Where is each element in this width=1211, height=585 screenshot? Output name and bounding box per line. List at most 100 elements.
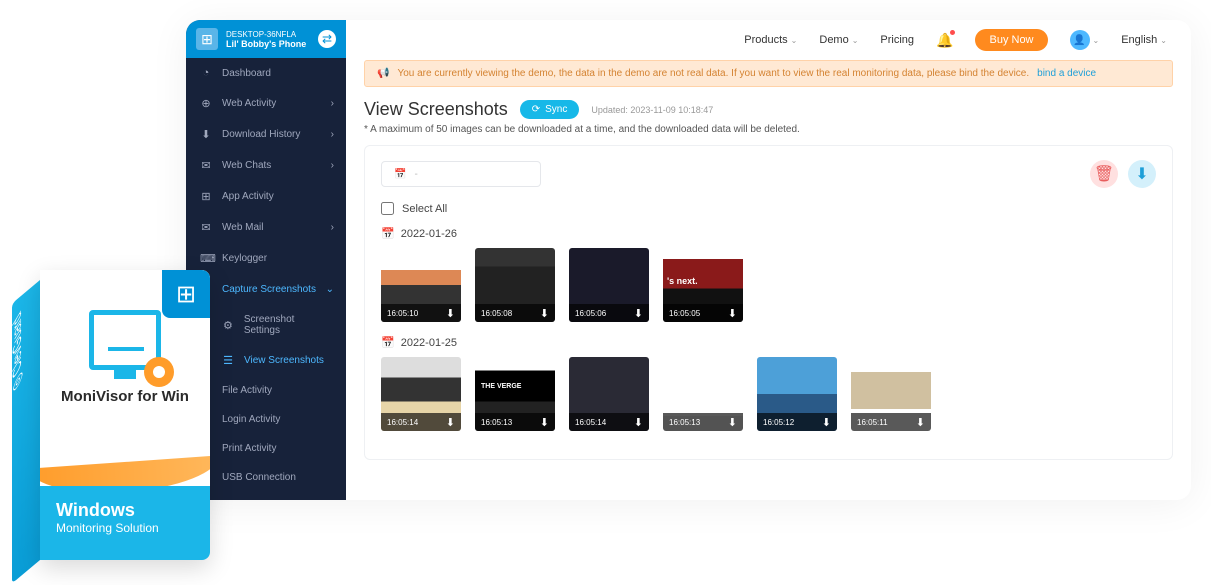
nav-products[interactable]: Products ⌄	[744, 34, 797, 46]
nav-label: Dashboard	[222, 68, 271, 79]
download-note: * A maximum of 50 images can be download…	[364, 124, 1173, 135]
product-line2: Monitoring Solution	[56, 521, 194, 535]
download-icon[interactable]: ⬇	[634, 416, 643, 429]
sidebar-item-login-activity[interactable]: Login Activity	[186, 405, 346, 434]
delete-button[interactable]: 🗑	[1090, 160, 1118, 188]
product-line1: Windows	[56, 500, 194, 521]
buy-now-button[interactable]: Buy Now	[975, 29, 1047, 51]
sidebar-item-web-mail[interactable]: ✉Web Mail›	[186, 212, 346, 243]
nav-label: Print Activity	[222, 443, 276, 454]
device-header[interactable]: ⊞ DESKTOP-36NFLA Lil' Bobby's Phone ⇄	[186, 20, 346, 58]
screenshots-row: 16:05:14⬇16:05:13⬇16:05:14⬇16:05:13⬇16:0…	[381, 357, 1156, 431]
screenshot-thumbnail[interactable]: 16:05:13 ⬇	[663, 357, 743, 431]
thumbnail-bar: 16:05:14 ⬇	[381, 413, 461, 431]
sidebar-item-capture-screenshots[interactable]: ⊡Capture Screenshots⌄	[186, 274, 346, 305]
screenshot-thumbnail[interactable]: 16:05:14 ⬇	[381, 357, 461, 431]
card-actions: 🗑 ⬇	[1090, 160, 1156, 188]
sidebar-item-download-history[interactable]: ⬇Download History›	[186, 119, 346, 150]
sidebar-item-dashboard[interactable]: ◔ Dashboard	[186, 58, 346, 88]
nav-icon: ⬇	[200, 128, 212, 141]
page-title-row: View Screenshots ⟳Sync Updated: 2023-11-…	[364, 99, 1173, 120]
thumbnail-time: 16:05:06	[575, 309, 606, 318]
sidebar-item-web-chats[interactable]: ✉Web Chats›	[186, 150, 346, 181]
alert-text: You are currently viewing the demo, the …	[397, 68, 1029, 79]
thumbnail-bar: 16:05:13 ⬇	[663, 413, 743, 431]
nav-label: USB Connection	[222, 472, 296, 483]
download-icon[interactable]: ⬇	[728, 307, 737, 320]
sidebar-item-web-activity[interactable]: ⊕Web Activity›	[186, 88, 346, 119]
thumbnail-time: 16:05:11	[857, 418, 888, 427]
download-icon[interactable]: ⬇	[634, 307, 643, 320]
trash-icon: 🗑	[1094, 164, 1114, 184]
language-select[interactable]: English ⌄	[1121, 34, 1167, 46]
content: 📢 You are currently viewing the demo, th…	[346, 60, 1191, 500]
sync-button[interactable]: ⟳Sync	[520, 100, 580, 119]
download-icon[interactable]: ⬇	[540, 307, 549, 320]
thumbnail-time: 16:05:05	[669, 309, 700, 318]
screenshot-thumbnail[interactable]: 16:05:08 ⬇	[475, 248, 555, 322]
user-menu[interactable]: 👤 ⌄	[1070, 30, 1100, 50]
sidebar-item-keylogger[interactable]: ⌨Keylogger	[186, 243, 346, 274]
user-avatar-icon: 👤	[1070, 30, 1090, 50]
nav-label: Web Chats	[222, 160, 271, 171]
nav-label: View Screenshots	[244, 355, 324, 366]
nav-icon: ⊞	[200, 190, 212, 203]
thumbnail-bar: 16:05:08 ⬇	[475, 304, 555, 322]
date-text: 2022-01-26	[401, 228, 457, 240]
thumbnail-bar: 16:05:12⬇	[757, 413, 837, 431]
demo-alert: 📢 You are currently viewing the demo, th…	[364, 60, 1173, 87]
megaphone-icon: 📢	[377, 68, 389, 79]
nav-label: Web Mail	[222, 222, 264, 233]
thumbnail-bar: 16:05:11 ⬇	[851, 413, 931, 431]
thumbnail-time: 16:05:08	[481, 309, 512, 318]
nav-icon: ◔	[200, 67, 212, 79]
select-all[interactable]: Select All	[381, 202, 1156, 215]
screenshot-thumbnail[interactable]: 16:05:11 ⬇	[851, 357, 931, 431]
bind-device-link[interactable]: bind a device	[1037, 68, 1096, 79]
monitor-icon	[89, 310, 161, 370]
sidebar-item-usb-connection[interactable]: USB Connection	[186, 463, 346, 492]
download-icon[interactable]: ⬇	[822, 416, 831, 429]
thumbnail-time: 16:05:14	[575, 418, 606, 427]
download-icon[interactable]: ⬇	[540, 416, 549, 429]
nav-label: Capture Screenshots	[222, 284, 316, 295]
nav-demo[interactable]: Demo ⌄	[819, 34, 858, 46]
download-button[interactable]: ⬇	[1128, 160, 1156, 188]
thumbnail-time: 16:05:10	[387, 309, 418, 318]
screenshot-thumbnail[interactable]: 16:05:05 ⬇	[663, 248, 743, 322]
download-icon[interactable]: ⬇	[446, 307, 455, 320]
nav-pricing[interactable]: Pricing	[880, 34, 914, 46]
sidebar-item-app-activity[interactable]: ⊞App Activity	[186, 181, 346, 212]
nav-icon: ⚙	[222, 319, 234, 332]
box-bottom: Windows Monitoring Solution	[40, 486, 210, 560]
nav-label: Login Activity	[222, 414, 280, 425]
bell-icon[interactable]: 🔔	[936, 32, 953, 49]
sidebar-item-file-activity[interactable]: File Activity	[186, 376, 346, 405]
sidebar-subitem-view-screenshots[interactable]: ☰View Screenshots	[186, 345, 346, 376]
screenshot-thumbnail[interactable]: 16:05:06 ⬇	[569, 248, 649, 322]
eye-icon	[144, 357, 174, 387]
thumbnail-time: 16:05:13	[669, 418, 700, 427]
sync-icon: ⟳	[532, 104, 540, 115]
download-icon[interactable]: ⬇	[916, 416, 925, 429]
thumbnail-bar: 16:05:14 ⬇	[569, 413, 649, 431]
screenshot-thumbnail[interactable]: 16:05:14 ⬇	[569, 357, 649, 431]
sidebar-item-print-activity[interactable]: Print Activity	[186, 434, 346, 463]
select-all-checkbox[interactable]	[381, 202, 394, 215]
swap-icon[interactable]: ⇄	[318, 30, 336, 48]
download-icon[interactable]: ⬇	[728, 416, 737, 429]
screenshot-thumbnail[interactable]: 16:05:13⬇	[475, 357, 555, 431]
thumbnail-time: 16:05:14	[387, 418, 418, 427]
screenshot-thumbnail[interactable]: 16:05:12⬇	[757, 357, 837, 431]
nav-label: Web Activity	[222, 98, 276, 109]
device-info: DESKTOP-36NFLA Lil' Bobby's Phone	[226, 30, 310, 49]
date-text: 2022-01-25	[401, 337, 457, 349]
screenshots-row: 16:05:10 ⬇ 16:05:08 ⬇ 16:05:06 ⬇ 16:05:05 ⬇	[381, 248, 1156, 322]
date-range-input[interactable]: 📅 -	[381, 161, 541, 187]
product-box: ◎ ClevGuard ⊞ MoniVisor for Win Windows …	[12, 270, 207, 560]
screenshot-thumbnail[interactable]: 16:05:10 ⬇	[381, 248, 461, 322]
page-title: View Screenshots	[364, 99, 508, 120]
screenshots-card: 📅 - 🗑 ⬇ Select All 📅2022-01-2616:05:10⬇1…	[364, 145, 1173, 460]
sidebar-subitem-screenshot-settings[interactable]: ⚙Screenshot Settings	[186, 305, 346, 345]
download-icon[interactable]: ⬇	[446, 416, 455, 429]
